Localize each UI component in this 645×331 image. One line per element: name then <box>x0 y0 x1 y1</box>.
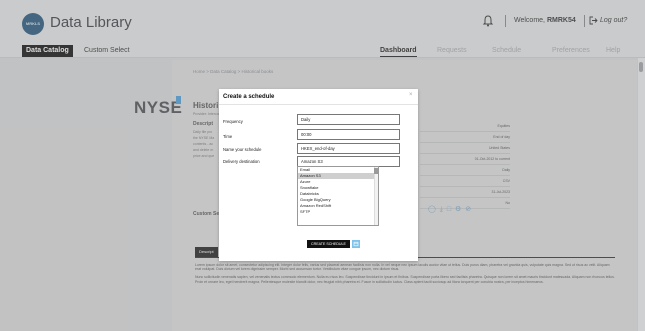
options-scrollbar[interactable] <box>374 167 378 225</box>
page-scrollbar-thumb[interactable] <box>639 62 643 72</box>
close-icon[interactable]: × <box>409 92 413 98</box>
destination-option[interactable]: SFTP <box>298 209 378 215</box>
create-schedule-dialog: Create a schedule × Frequency Daily Time… <box>219 89 418 261</box>
page-scrollbar[interactable] <box>638 58 645 331</box>
destination-label: Delivery destination <box>223 159 260 164</box>
destination-options-list[interactable]: Email Amazon S3 Azure Snowflake Databric… <box>297 166 379 226</box>
calendar-icon[interactable] <box>352 240 360 248</box>
time-field[interactable]: 00:00 <box>297 129 400 140</box>
dialog-divider <box>219 104 418 105</box>
schedule-name-field[interactable]: HKEX_end-of-day <box>297 143 400 154</box>
dialog-title: Create a schedule <box>223 94 275 100</box>
options-scrollbar-thumb[interactable] <box>374 168 378 174</box>
schedule-name-label: Name your schedule <box>223 147 262 152</box>
frequency-field[interactable]: Daily <box>297 114 400 125</box>
create-schedule-button[interactable]: CREATE SCHEDULE <box>307 240 350 248</box>
frequency-label: Frequency <box>223 119 243 124</box>
time-label: Time <box>223 134 233 139</box>
